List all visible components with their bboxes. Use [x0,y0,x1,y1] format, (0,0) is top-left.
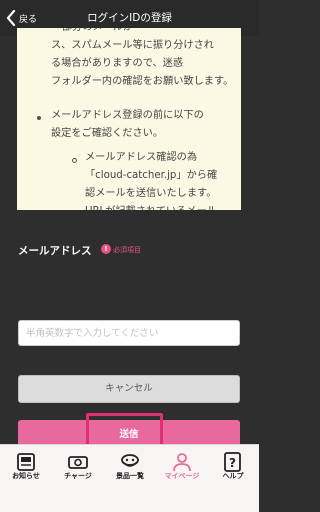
sub-bullet-dot [72,158,77,163]
required-icon: ! [101,244,111,254]
mypage-icon [172,452,192,472]
notice-line: ス、スパムメール等に振り分けされ [51,40,214,51]
page-title: ログインIDの登録 [87,12,172,24]
notice-line: 認メールを送信いたします。 [85,188,217,199]
tab-prizes[interactable]: 景品一覧 [104,445,156,512]
tab-bar: お知らせ チャージ 景品一覧 マイページ ? ヘルプ [0,444,259,512]
svg-text:?: ? [229,456,236,470]
notice-line: 設定をご確認ください。 [51,128,164,139]
tab-charge[interactable]: チャージ [52,445,104,512]
required-label: 必須項目 [113,246,141,254]
tab-label: お知らせ [12,472,40,480]
tab-label: マイページ [164,472,200,480]
news-icon [16,452,36,472]
notice-line: メールアドレス確認の為 [85,152,198,163]
tab-label: ヘルプ [222,472,244,480]
tab-news[interactable]: お知らせ [0,445,52,512]
notice-line: る場合がありますので、迷惑 [51,58,184,69]
tab-help[interactable]: ? ヘルプ [207,445,259,512]
bullet-dot [37,116,41,120]
charge-icon [68,452,88,472]
tab-label: チャージ [64,472,92,480]
notice-line: メールアドレス登録の前に以下の [51,110,204,121]
tab-mypage[interactable]: マイページ [156,445,208,512]
help-icon: ? [223,452,243,472]
cancel-button[interactable]: キャンセル [18,375,240,403]
email-label: メールアドレス [18,245,92,257]
notice-line: フォルダー内の確認をお願い致します。 [51,76,234,87]
email-input[interactable] [18,320,240,346]
notice-line: 「cloud-catcher.jp」から確 [85,170,218,181]
prize-icon [120,452,140,472]
tab-label: 景品一覧 [116,472,144,480]
notice-line: 部分のメールが [62,28,133,37]
